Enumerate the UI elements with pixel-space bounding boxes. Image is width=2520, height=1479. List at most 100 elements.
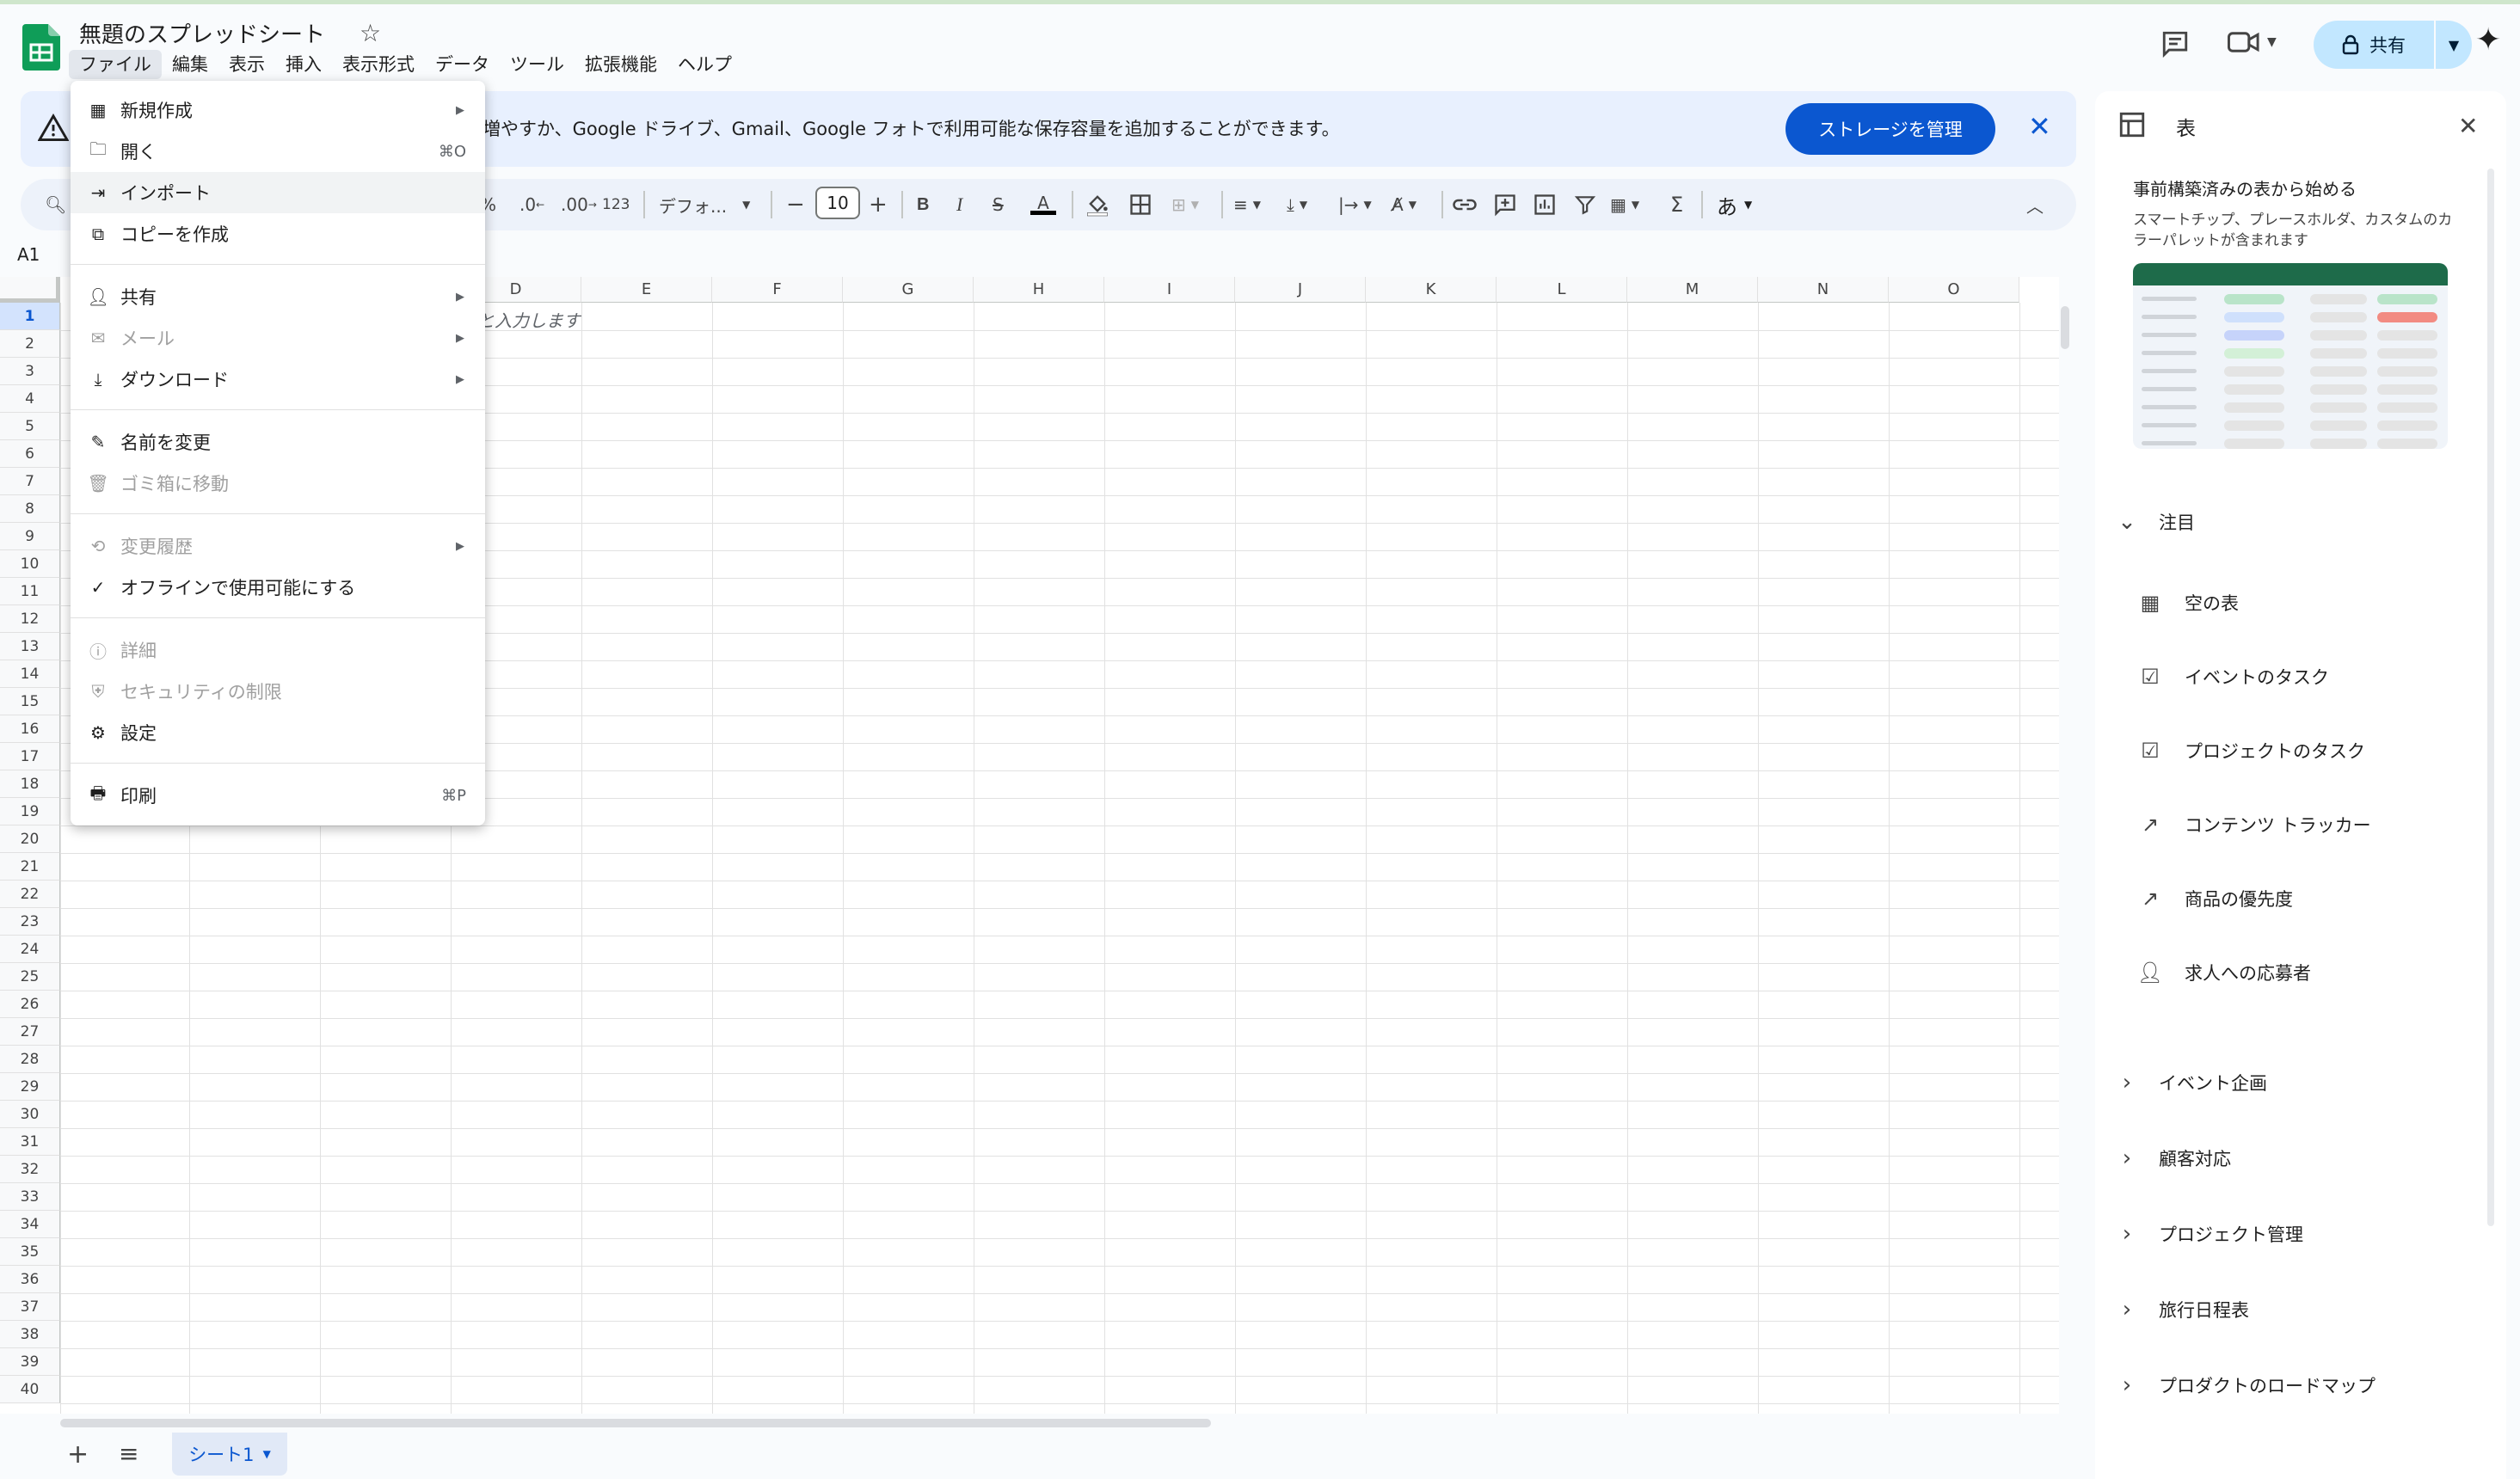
all-sheets-menu-icon[interactable]: ≡ xyxy=(119,1439,138,1468)
row-header[interactable]: 22 xyxy=(0,881,60,908)
row-header[interactable]: 34 xyxy=(0,1211,60,1238)
row-header[interactable]: 14 xyxy=(0,660,60,688)
column-header[interactable]: G xyxy=(843,277,974,303)
template-job-applicants[interactable]: 👤︎ 求人への応募者 xyxy=(2133,960,2311,985)
row-header[interactable]: 25 xyxy=(0,963,60,991)
row-header[interactable]: 1 xyxy=(0,303,60,330)
section-product-roadmap[interactable]: › プロダクトのロードマップ xyxy=(2117,1372,2376,1398)
increase-decimal-button[interactable]: .00 → xyxy=(561,179,597,230)
column-header[interactable]: E xyxy=(581,277,712,303)
row-header[interactable]: 36 xyxy=(0,1266,60,1293)
close-icon[interactable]: ✕ xyxy=(2458,112,2478,140)
column-header[interactable]: I xyxy=(1104,277,1235,303)
search-menus-icon[interactable]: 🔍︎ xyxy=(45,179,66,230)
text-wrap-icon[interactable]: |→ ▼ xyxy=(1338,179,1372,230)
row-header[interactable]: 27 xyxy=(0,1018,60,1046)
comment-icon[interactable] xyxy=(2160,29,2190,58)
menu-item-security-limits[interactable]: ⛨ セキュリティの制限 xyxy=(71,671,485,712)
template-project-tasks[interactable]: ☑ プロジェクトのタスク xyxy=(2133,738,2365,764)
section-event-planning[interactable]: › イベント企画 xyxy=(2117,1070,2267,1095)
font-select[interactable]: デフォ... ▼ xyxy=(659,179,750,230)
table-view-icon[interactable]: ▦ ▼ xyxy=(1610,179,1639,230)
column-header[interactable]: O xyxy=(1889,277,2019,303)
menu-data[interactable]: データ xyxy=(425,50,500,79)
collapse-toolbar-icon[interactable]: ︿ xyxy=(2026,179,2044,230)
menu-item-offline[interactable]: ✓ オフラインで使用可能にする xyxy=(71,567,485,608)
row-header[interactable]: 28 xyxy=(0,1046,60,1073)
row-header[interactable]: 10 xyxy=(0,550,60,578)
horizontal-scrollbar[interactable] xyxy=(60,1419,1211,1427)
insert-chart-icon[interactable] xyxy=(1533,193,1557,217)
bold-icon[interactable]: B xyxy=(917,179,929,230)
row-header[interactable]: 8 xyxy=(0,495,60,523)
menu-item-email[interactable]: ✉︎ メール ▶ xyxy=(71,317,485,359)
menu-item-import[interactable]: ⇥ インポート xyxy=(71,172,485,213)
fill-color-icon[interactable] xyxy=(1085,191,1109,217)
row-header[interactable]: 33 xyxy=(0,1183,60,1211)
row-header[interactable]: 17 xyxy=(0,743,60,770)
menu-item-print[interactable]: 🖶 印刷 ⌘P xyxy=(71,775,485,816)
column-header[interactable]: L xyxy=(1497,277,1627,303)
text-color-icon[interactable]: A xyxy=(1030,179,1056,230)
menu-item-move-to-trash[interactable]: 🗑︎ ゴミ箱に移動 xyxy=(71,463,485,504)
menu-extensions[interactable]: 拡張機能 xyxy=(575,50,667,79)
menu-item-version-history[interactable]: ⟲ 変更履歴 ▶ xyxy=(71,525,485,567)
template-product-priority[interactable]: ↗ 商品の優先度 xyxy=(2133,886,2293,911)
gemini-sparkle-icon[interactable]: ✦ xyxy=(2475,22,2501,58)
strikethrough-icon[interactable]: S xyxy=(993,179,1004,230)
row-header[interactable]: 23 xyxy=(0,908,60,936)
share-dropdown-button[interactable]: ▼ xyxy=(2436,21,2472,69)
decrease-decimal-button[interactable]: .0 ← xyxy=(519,179,544,230)
row-header[interactable]: 24 xyxy=(0,936,60,963)
section-customer-support[interactable]: › 顧客対応 xyxy=(2117,1145,2231,1171)
menu-help[interactable]: ヘルプ xyxy=(667,50,742,79)
menu-item-new[interactable]: ▦ 新規作成 ▶ xyxy=(71,89,485,131)
menu-edit[interactable]: 編集 xyxy=(162,50,218,79)
row-header[interactable]: 13 xyxy=(0,633,60,660)
sheet-tab[interactable]: シート1 ▼ xyxy=(172,1433,287,1476)
row-header[interactable]: 11 xyxy=(0,578,60,605)
merge-cells-icon[interactable]: ⊞ ▼ xyxy=(1171,179,1199,230)
menu-format[interactable]: 表示形式 xyxy=(332,50,425,79)
row-header[interactable]: 20 xyxy=(0,825,60,853)
row-header[interactable]: 26 xyxy=(0,991,60,1018)
menu-item-rename[interactable]: ✎ 名前を変更 xyxy=(71,421,485,463)
row-header[interactable]: 37 xyxy=(0,1293,60,1321)
row-header[interactable]: 4 xyxy=(0,385,60,413)
add-sheet-icon[interactable]: + xyxy=(67,1439,89,1470)
column-header[interactable]: K xyxy=(1366,277,1497,303)
filter-icon[interactable] xyxy=(1574,193,1596,217)
row-header[interactable]: 19 xyxy=(0,798,60,825)
row-header[interactable]: 38 xyxy=(0,1321,60,1348)
manage-storage-button[interactable]: ストレージを管理 xyxy=(1786,103,1995,155)
sheets-logo-icon[interactable] xyxy=(22,24,60,71)
menu-tools[interactable]: ツール xyxy=(500,50,575,79)
table-preview-image[interactable] xyxy=(2133,263,2448,449)
column-header[interactable]: N xyxy=(1758,277,1889,303)
featured-toggle[interactable]: ⌄ 注目 xyxy=(2117,509,2195,535)
document-title[interactable]: 無題のスプレッドシート xyxy=(79,17,325,49)
column-header[interactable]: H xyxy=(974,277,1104,303)
font-size-increase-icon[interactable]: + xyxy=(869,179,888,230)
italic-icon[interactable]: I xyxy=(956,179,962,230)
menu-insert[interactable]: 挿入 xyxy=(275,50,332,79)
meet-button[interactable]: ▼ xyxy=(2228,29,2277,55)
menu-item-share[interactable]: 👤︎ 共有 ▶ xyxy=(71,276,485,317)
row-header[interactable]: 30 xyxy=(0,1101,60,1128)
row-header[interactable]: 21 xyxy=(0,853,60,881)
row-header[interactable]: 3 xyxy=(0,358,60,385)
row-header[interactable]: 7 xyxy=(0,468,60,495)
menu-item-download[interactable]: ⤓ ダウンロード ▶ xyxy=(71,359,485,400)
close-icon[interactable]: ✕ xyxy=(2028,110,2051,143)
number-format-button[interactable]: 123 xyxy=(602,179,630,230)
row-header[interactable]: 5 xyxy=(0,413,60,440)
star-icon[interactable]: ☆ xyxy=(360,19,381,47)
borders-icon[interactable] xyxy=(1128,193,1152,217)
menu-item-open[interactable]: 🗀︎ 開く ⌘O xyxy=(71,131,485,172)
font-size-decrease-icon[interactable]: − xyxy=(786,179,805,230)
row-header[interactable]: 32 xyxy=(0,1156,60,1183)
vertical-align-icon[interactable]: ⤓ ▼ xyxy=(1287,179,1307,230)
template-content-tracker[interactable]: ↗ コンテンツ トラッカー xyxy=(2133,812,2371,838)
row-header[interactable]: 12 xyxy=(0,605,60,633)
menu-item-details[interactable]: ⓘ 詳細 xyxy=(71,629,485,671)
